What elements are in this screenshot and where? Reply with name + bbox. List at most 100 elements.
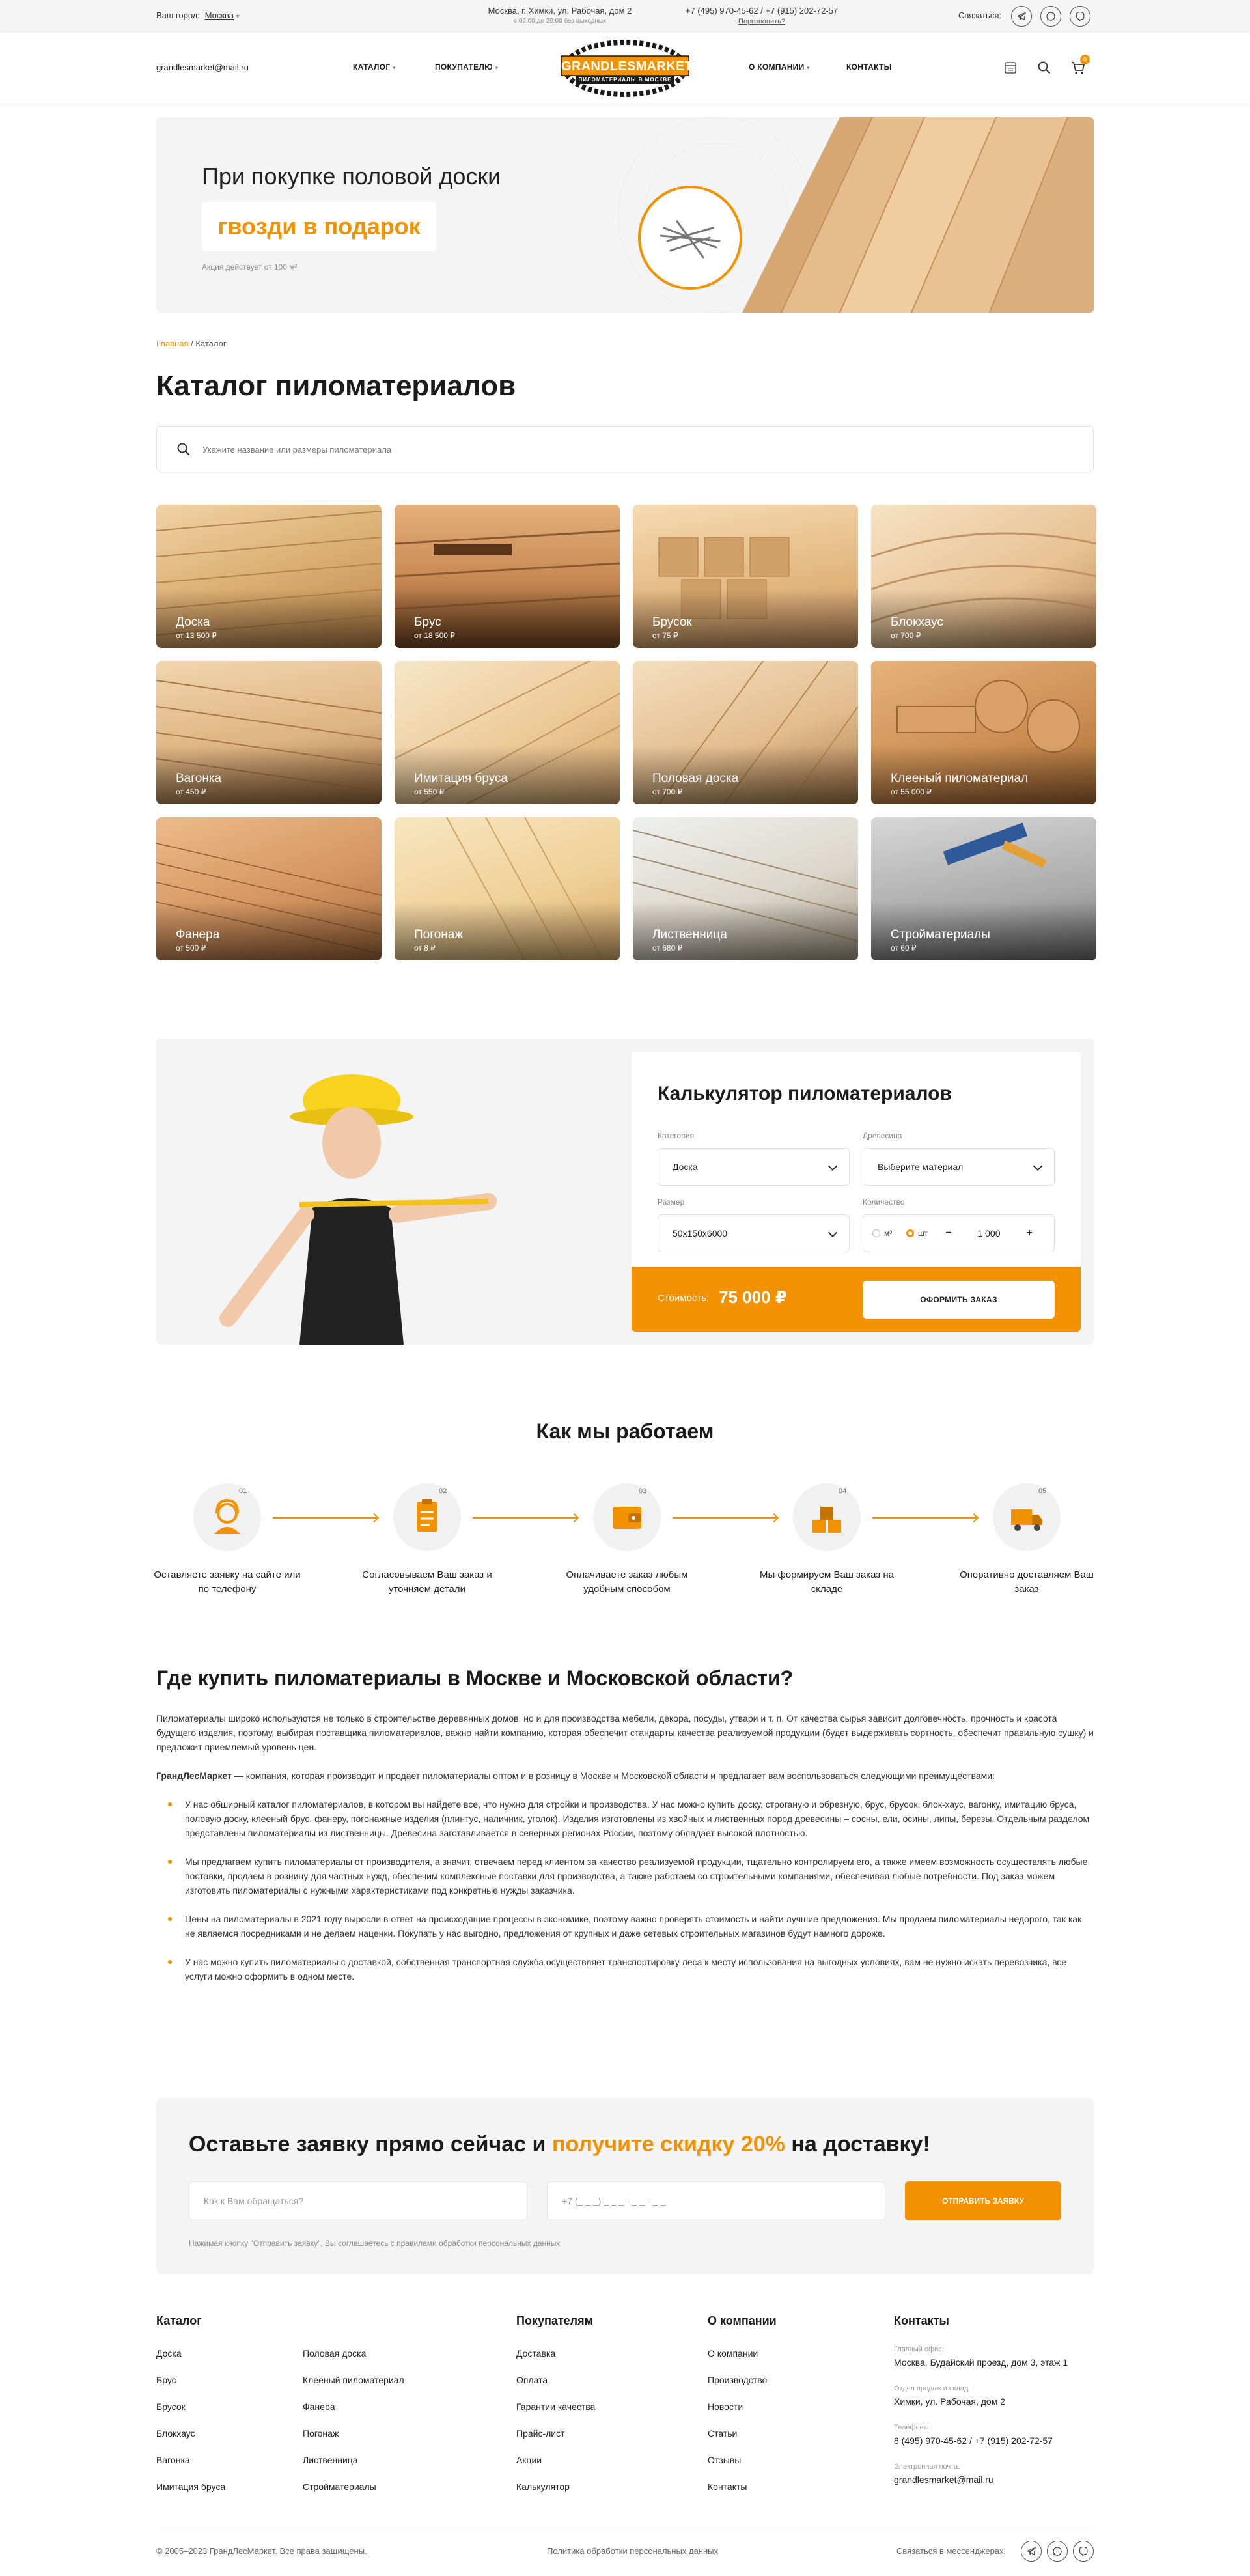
price-list-icon[interactable] bbox=[1003, 61, 1018, 78]
send-request-button[interactable]: ОТПРАВИТЬ ЗАЯВКУ bbox=[905, 2181, 1061, 2220]
footer-phones[interactable]: 8 (495) 970-45-62 / +7 (915) 202-72-57 bbox=[894, 2435, 1053, 2446]
catalog-search[interactable] bbox=[156, 426, 1094, 471]
catalog-tile-imitation[interactable]: Имитация бруса от 550 ₽ bbox=[395, 661, 620, 804]
footer-email[interactable]: grandlesmarket@mail.ru bbox=[894, 2474, 993, 2485]
category-select[interactable]: Доска bbox=[658, 1148, 850, 1186]
telegram-icon[interactable] bbox=[1011, 6, 1032, 27]
minus-button[interactable]: − bbox=[939, 1224, 958, 1243]
whatsapp-icon[interactable] bbox=[1047, 2541, 1068, 2562]
nav-catalog[interactable]: КАТАЛОГ ▾ bbox=[353, 63, 396, 72]
size-select[interactable]: 50x150x6000 bbox=[658, 1214, 850, 1252]
seo-paragraph: ГрандЛесМаркет — компания, которая произ… bbox=[156, 1769, 1094, 1783]
footer-link[interactable]: Лиственница bbox=[303, 2455, 358, 2465]
footer-link[interactable]: Гарантии качества bbox=[516, 2401, 595, 2412]
category-value: Доска bbox=[673, 1162, 698, 1172]
callback-link[interactable]: Перезвонить? bbox=[677, 16, 846, 27]
arrow-right-icon bbox=[673, 1517, 777, 1519]
promo-banner[interactable]: При покупке половой доски гвозди в подар… bbox=[156, 117, 1094, 313]
header-email[interactable]: grandlesmarket@mail.ru bbox=[156, 63, 249, 72]
seo-paragraph: Пиломатериалы широко используются не тол… bbox=[156, 1713, 1094, 1752]
quantity-value[interactable]: 1 000 bbox=[961, 1215, 1017, 1252]
footer-link[interactable]: Стройматериалы bbox=[303, 2482, 376, 2492]
catalog-tile-doska[interactable]: Доска от 13 500 ₽ bbox=[156, 505, 382, 648]
order-button[interactable]: ОФОРМИТЬ ЗАКАЗ bbox=[863, 1281, 1055, 1319]
phone-link-1[interactable]: +7 (495) 970-45-62 bbox=[686, 6, 758, 16]
catalog-tile-brus[interactable]: Брус от 18 500 ₽ bbox=[395, 505, 620, 648]
footer-link[interactable]: Доставка bbox=[516, 2348, 555, 2359]
whatsapp-icon[interactable] bbox=[1040, 6, 1061, 27]
catalog-tile-vagonka[interactable]: Вагонка от 450 ₽ bbox=[156, 661, 382, 804]
city-value[interactable]: Москва bbox=[205, 10, 234, 20]
footer-link[interactable]: Производство bbox=[708, 2375, 767, 2385]
footer-link[interactable]: Контакты bbox=[708, 2482, 747, 2492]
step-text: Оперативно доставляем Ваш заказ bbox=[960, 1569, 1094, 1595]
footer-link[interactable]: Отзывы bbox=[708, 2455, 741, 2465]
site-logo[interactable]: GRANDLESMARKET.RU ПИЛОМАТЕРИАЛЫ В МОСКВЕ bbox=[552, 39, 714, 98]
catalog-tile-moulding[interactable]: Погонаж от 8 ₽ bbox=[395, 817, 620, 960]
footer-link[interactable]: Имитация бруса bbox=[156, 2482, 225, 2492]
worker-woman-image bbox=[219, 1074, 497, 1345]
footer-link[interactable]: Оплата bbox=[516, 2375, 548, 2385]
footer-link[interactable]: Брусок bbox=[156, 2401, 186, 2412]
catalog-tile-building[interactable]: Стройматериалы от 60 ₽ bbox=[871, 817, 1096, 960]
name-input[interactable]: Как к Вам обращаться? bbox=[189, 2181, 527, 2220]
viber-icon[interactable] bbox=[1070, 6, 1090, 27]
calculator-section: Калькулятор пиломатериалов Категория Дос… bbox=[156, 1039, 1094, 1345]
footer-link[interactable]: О компании bbox=[708, 2348, 758, 2359]
footer-link[interactable]: Половая доска bbox=[303, 2348, 366, 2359]
tile-name: Брус bbox=[414, 615, 441, 629]
privacy-policy-link[interactable]: Политика обработки персональных данных bbox=[547, 2546, 718, 2556]
cart-icon[interactable]: 0 bbox=[1071, 55, 1090, 78]
catalog-tile-larch[interactable]: Лиственница от 680 ₽ bbox=[633, 817, 858, 960]
nav-company[interactable]: О КОМПАНИИ ▾ bbox=[749, 63, 810, 72]
catalog-tile-plywood[interactable]: Фанера от 500 ₽ bbox=[156, 817, 382, 960]
footer-link[interactable]: Клееный пиломатериал bbox=[303, 2375, 404, 2385]
phone-input[interactable]: +7 (_ _ _) _ _ _ - _ _ - _ _ bbox=[547, 2181, 885, 2220]
catalog-tile-blockhouse[interactable]: Блокхаус от 700 ₽ bbox=[871, 505, 1096, 648]
unit-m3-radio[interactable] bbox=[872, 1229, 880, 1237]
footer-link[interactable]: Калькулятор bbox=[516, 2482, 570, 2492]
chevron-down-icon: ▾ bbox=[236, 13, 240, 20]
search-input[interactable] bbox=[202, 440, 1049, 459]
company-name: ГрандЛесМаркет bbox=[156, 1771, 232, 1781]
search-icon[interactable] bbox=[1037, 61, 1051, 78]
arrow-right-icon bbox=[872, 1517, 977, 1519]
nav-contacts[interactable]: КОНТАКТЫ bbox=[846, 63, 892, 72]
catalog-tile-brusok[interactable]: Брусок от 75 ₽ bbox=[633, 505, 858, 648]
unit-pcs-radio[interactable] bbox=[906, 1229, 914, 1237]
footer-link[interactable]: Фанера bbox=[303, 2401, 335, 2412]
plus-button[interactable]: + bbox=[1020, 1224, 1039, 1243]
breadcrumb: Главная / Каталог bbox=[156, 339, 227, 348]
size-value: 50x150x6000 bbox=[673, 1228, 728, 1239]
viber-icon[interactable] bbox=[1073, 2541, 1094, 2562]
phone-link-2[interactable]: +7 (915) 202-72-57 bbox=[765, 6, 838, 16]
how-title: Как мы работаем bbox=[536, 1420, 714, 1443]
tile-name: Брусок bbox=[652, 615, 692, 629]
footer-link[interactable]: Брус bbox=[156, 2375, 176, 2385]
footer-link[interactable]: Вагонка bbox=[156, 2455, 190, 2465]
catalog-tile-floor[interactable]: Половая доска от 700 ₽ bbox=[633, 661, 858, 804]
privacy-agreement: Нажимая кнопку "Отправить заявку", Вы со… bbox=[189, 2239, 561, 2248]
step-text: Согласовываем Ваш заказ и уточняем детал… bbox=[362, 1569, 492, 1595]
lead-title-part: на доставку! bbox=[785, 2132, 930, 2157]
footer-link[interactable]: Акции bbox=[516, 2455, 542, 2465]
nav-buyers[interactable]: ПОКУПАТЕЛЮ ▾ bbox=[435, 63, 498, 72]
city-selector[interactable]: Ваш город: Москва ▾ bbox=[156, 10, 240, 20]
footer-link[interactable]: Блокхаус bbox=[156, 2428, 195, 2439]
breadcrumb-home[interactable]: Главная bbox=[156, 339, 188, 348]
footer-link[interactable]: Доска bbox=[156, 2348, 182, 2359]
unit-pcs-label: шт bbox=[918, 1229, 928, 1238]
footer-link[interactable]: Статьи bbox=[708, 2428, 737, 2439]
nails-circle-image bbox=[638, 186, 742, 290]
wood-select[interactable]: Выберите материал bbox=[863, 1148, 1055, 1186]
tile-price: от 60 ₽ bbox=[891, 944, 917, 953]
telegram-icon[interactable] bbox=[1021, 2541, 1042, 2562]
quantity-stepper[interactable]: м³ шт − 1 000 + bbox=[863, 1214, 1055, 1252]
lead-title-part: Оставьте заявку прямо сейчас и bbox=[189, 2132, 552, 2157]
cart-count-badge: 0 bbox=[1080, 55, 1090, 64]
footer-link[interactable]: Погонаж bbox=[303, 2428, 339, 2439]
arrow-right-icon bbox=[473, 1517, 577, 1519]
footer-link[interactable]: Прайс-лист bbox=[516, 2428, 565, 2439]
catalog-tile-glued[interactable]: Клееный пиломатериал от 55 000 ₽ bbox=[871, 661, 1096, 804]
footer-link[interactable]: Новости bbox=[708, 2401, 743, 2412]
